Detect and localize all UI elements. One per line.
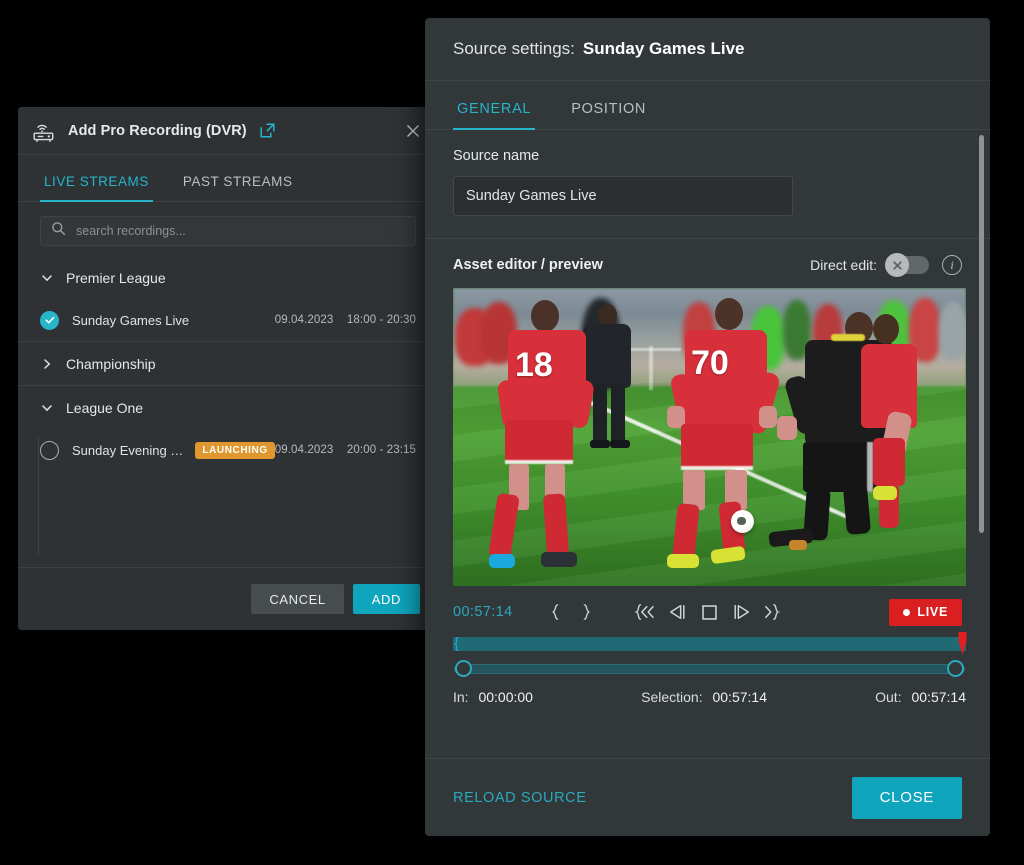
player-timecode: 00:57:14 xyxy=(453,604,513,620)
check-icon[interactable] xyxy=(40,310,59,330)
range-track[interactable] xyxy=(454,664,965,674)
direct-edit-control: Direct edit: i xyxy=(810,253,962,277)
status-badge: LAUNCHING xyxy=(195,441,275,459)
radio-icon[interactable] xyxy=(40,440,59,460)
dialog-title: Add Pro Recording (DVR) xyxy=(68,122,247,139)
close-icon[interactable] xyxy=(402,120,424,142)
live-button[interactable]: LIVE xyxy=(889,598,962,626)
source-name-input[interactable] xyxy=(453,176,793,216)
tab-past-streams[interactable]: PAST STREAMS xyxy=(179,174,297,201)
search-section xyxy=(18,202,438,256)
in-out-info: In: 00:00:00 Selection: 00:57:14 Out: 00… xyxy=(453,689,966,705)
panel-scrollbar[interactable] xyxy=(979,135,984,533)
out-point: Out: 00:57:14 xyxy=(875,689,966,705)
group-title: Premier League xyxy=(66,269,166,286)
recording-meta: 09.04.2023 18:00 - 20:30 xyxy=(275,314,416,326)
add-button[interactable]: ADD xyxy=(352,584,420,614)
in-point: In: 00:00:00 xyxy=(453,689,533,705)
crowd-blob xyxy=(939,302,966,360)
search-box[interactable] xyxy=(40,216,416,246)
tab-general[interactable]: GENERAL xyxy=(453,101,536,130)
source-name-label: Source name xyxy=(453,148,540,164)
cancel-button[interactable]: CANCEL xyxy=(251,584,344,614)
dialog-footer: CANCEL ADD xyxy=(18,567,438,630)
recording-time: 20:00 - 23:15 xyxy=(346,444,416,456)
selection-duration: Selection: 00:57:14 xyxy=(641,689,767,705)
cross-icon xyxy=(885,253,909,277)
step-back-button[interactable] xyxy=(661,597,693,627)
set-out-point-button[interactable] xyxy=(571,597,603,627)
video-preview[interactable]: 18 70 xyxy=(453,288,966,586)
panel-tabs: GENERAL POSITION xyxy=(425,81,990,130)
timeline-scrubber[interactable]: { xyxy=(453,632,967,655)
reload-source-button[interactable]: RELOAD SOURCE xyxy=(453,790,587,806)
selection-label: Selection: xyxy=(641,689,703,705)
timeline-section: { In: 00:00:00 Selection: 00:57:14 Out: … xyxy=(453,632,967,705)
range-knob-in[interactable] xyxy=(455,660,472,677)
add-pro-recording-dialog: Add Pro Recording (DVR) LIVE STREAMS PAS… xyxy=(18,107,438,630)
recording-meta: 09.04.2023 20:00 - 23:15 xyxy=(275,444,416,456)
direct-edit-label: Direct edit: xyxy=(810,257,877,273)
range-knob-out[interactable] xyxy=(947,660,964,677)
selection-range xyxy=(453,658,966,680)
panel-header-source-name: Sunday Games Live xyxy=(582,39,745,58)
source-name-section: Source name xyxy=(425,130,990,239)
external-link-icon[interactable] xyxy=(259,122,276,139)
group-title: League One xyxy=(66,399,144,416)
out-label: Out: xyxy=(875,689,902,705)
list-scrollbar[interactable] xyxy=(38,436,39,556)
dvr-receiver-icon xyxy=(32,119,58,143)
asset-editor-section: Asset editor / preview Direct edit: i 18… xyxy=(425,239,990,705)
asset-editor-header: Asset editor / preview Direct edit: i xyxy=(453,253,962,277)
group-header-championship[interactable]: Championship xyxy=(18,342,438,385)
jump-to-end-button[interactable] xyxy=(757,597,789,627)
tab-position[interactable]: POSITION xyxy=(567,101,650,129)
screen: Add Pro Recording (DVR) LIVE STREAMS PAS… xyxy=(0,0,1024,865)
step-forward-button[interactable] xyxy=(725,597,757,627)
set-in-point-button[interactable] xyxy=(539,597,571,627)
marker-controls xyxy=(539,597,603,627)
selection-value: 00:57:14 xyxy=(712,689,767,705)
out-value: 00:57:14 xyxy=(911,689,966,705)
direct-edit-toggle[interactable] xyxy=(885,253,929,277)
panel-footer: RELOAD SOURCE CLOSE xyxy=(425,758,990,836)
chevron-right-icon xyxy=(40,357,54,371)
group-header-league-one[interactable]: League One xyxy=(18,386,438,429)
dialog-tabs: LIVE STREAMS PAST STREAMS xyxy=(18,155,438,202)
group-title: Championship xyxy=(66,355,156,372)
recording-name: Sunday Games Live xyxy=(72,312,190,328)
in-label: In: xyxy=(453,689,469,705)
asset-editor-title: Asset editor / preview xyxy=(453,257,603,273)
panel-body: Source name Asset editor / preview Direc… xyxy=(425,130,990,758)
tab-live-streams[interactable]: LIVE STREAMS xyxy=(40,174,153,202)
panel-header: Source settings: Sunday Games Live xyxy=(425,18,990,81)
info-icon[interactable]: i xyxy=(942,255,962,275)
live-dot-icon xyxy=(903,608,911,616)
list-item[interactable]: Sunday Evening Gam… LAUNCHING 09.04.2023… xyxy=(18,429,438,471)
group-header-premier-league[interactable]: Premier League xyxy=(18,256,438,299)
live-label: LIVE xyxy=(917,605,948,619)
close-button[interactable]: CLOSE xyxy=(851,776,962,819)
search-input[interactable] xyxy=(76,224,405,238)
stop-button[interactable] xyxy=(693,597,725,627)
recording-name: Sunday Evening Gam… xyxy=(72,442,185,458)
recording-date: 09.04.2023 xyxy=(274,314,334,326)
timeline-playhead[interactable] xyxy=(958,632,967,656)
recordings-list[interactable]: Premier League Sunday Games Live 09.04.2… xyxy=(18,256,438,567)
search-icon xyxy=(51,221,66,241)
panel-header-label: Source settings: xyxy=(453,39,575,58)
chevron-down-icon xyxy=(40,401,54,415)
dialog-title-bar: Add Pro Recording (DVR) xyxy=(18,107,438,155)
in-value: 00:00:00 xyxy=(478,689,533,705)
recording-date: 09.04.2023 xyxy=(274,444,334,456)
timeline-in-marker[interactable]: { xyxy=(454,635,461,653)
transport-controls xyxy=(629,597,789,627)
player-controls: 00:57:14 LIVE xyxy=(453,593,962,631)
chevron-down-icon xyxy=(40,271,54,285)
jump-to-start-button[interactable] xyxy=(629,597,661,627)
football-icon xyxy=(731,510,754,533)
list-item[interactable]: Sunday Games Live 09.04.2023 18:00 - 20:… xyxy=(18,299,438,341)
recording-time: 18:00 - 20:30 xyxy=(346,314,416,326)
source-settings-panel: Source settings: Sunday Games Live GENER… xyxy=(425,18,990,836)
